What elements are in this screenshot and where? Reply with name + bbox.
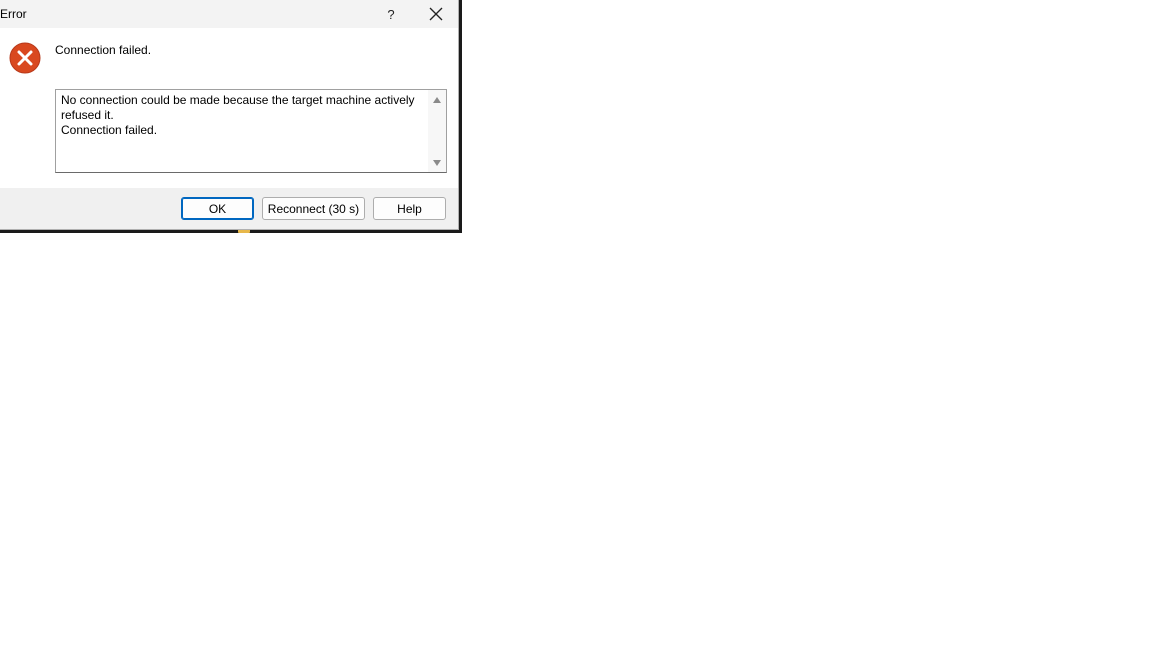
close-icon [429,7,443,21]
scroll-down-arrow-icon[interactable] [433,160,441,166]
ok-button[interactable]: OK [181,197,254,220]
error-details-textbox[interactable]: No connection could be made because the … [55,89,447,173]
error-circle-x-icon [9,42,41,74]
dialog-titlebar[interactable]: Error ? [0,0,458,28]
close-button[interactable] [420,2,452,26]
titlebar-help-button[interactable]: ? [376,2,406,26]
error-details-text: No connection could be made because the … [61,93,415,137]
dialog-title: Error [0,7,27,21]
dialog-footer: OK Reconnect (30 s) Help [0,188,458,229]
error-dialog: Error ? Connection failed. No connection… [0,0,459,230]
error-headline: Connection failed. [55,43,152,57]
scroll-up-arrow-icon[interactable] [433,97,441,103]
details-scrollbar[interactable] [428,90,446,172]
help-button[interactable]: Help [373,197,446,220]
reconnect-button[interactable]: Reconnect (30 s) [262,197,365,220]
